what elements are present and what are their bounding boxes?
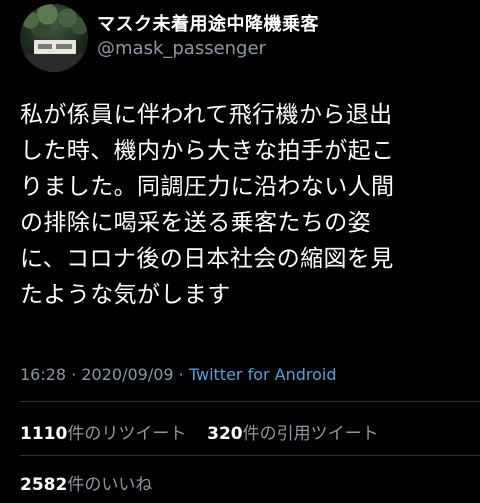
retweet-label: 件のリツイート bbox=[67, 424, 187, 444]
tweet-date[interactable]: 2020/09/09 bbox=[81, 365, 173, 384]
retweet-stats: 1110件のリツイート 320件の引用ツイート bbox=[20, 419, 379, 444]
tweet-text-line: の排除に喝采を送る乗客たちの姿 bbox=[20, 210, 371, 236]
tweet-text: 私が係員に伴われて飛行機から退出 した時、機内から大きな拍手が起こ りました。同… bbox=[20, 97, 470, 313]
retweets-link[interactable]: 1110件のリツイート bbox=[20, 424, 186, 444]
like-count: 2582 bbox=[20, 475, 68, 495]
user-handle[interactable]: @mask_passenger bbox=[97, 38, 266, 59]
quote-count: 320 bbox=[207, 424, 243, 444]
tweet-detail: マスク未着用途中降機乗客 @mask_passenger 私が係員に伴われて飛行… bbox=[0, 0, 480, 503]
meta-separator: · bbox=[66, 365, 82, 384]
tweet-text-line: に、コロナ後の日本社会の縮図を見 bbox=[20, 246, 394, 272]
meta-separator: · bbox=[173, 365, 189, 384]
tweet-header: マスク未着用途中降機乗客 @mask_passenger bbox=[20, 4, 460, 72]
quote-label: 件の引用ツイート bbox=[242, 424, 379, 444]
like-stats: 2582件のいいね bbox=[20, 470, 152, 495]
like-label: 件のいいね bbox=[67, 475, 153, 495]
tweet-time[interactable]: 16:28 bbox=[20, 365, 66, 384]
tweet-text-line: した時、機内から大きな拍手が起こ bbox=[20, 138, 395, 164]
profile-photo-plaque-icon bbox=[34, 40, 76, 54]
avatar-foliage bbox=[20, 4, 88, 44]
retweet-count: 1110 bbox=[20, 424, 68, 444]
tweet-source-link[interactable]: Twitter for Android bbox=[189, 365, 337, 384]
avatar[interactable] bbox=[20, 4, 88, 72]
tweet-meta: 16:28 · 2020/09/09 · Twitter for Android bbox=[20, 365, 337, 384]
avatar-ground bbox=[20, 54, 88, 72]
tweet-text-line: たような気がします bbox=[20, 282, 231, 308]
tweet-text-line: 私が係員に伴われて飛行機から退出 bbox=[20, 102, 393, 128]
likes-link[interactable]: 2582件のいいね bbox=[20, 475, 152, 495]
quotes-link[interactable]: 320件の引用ツイート bbox=[207, 424, 379, 444]
display-name[interactable]: マスク未着用途中降機乗客 bbox=[97, 10, 319, 36]
tweet-text-line: りました。同調圧力に沿わない人間 bbox=[20, 174, 395, 200]
divider bbox=[20, 401, 480, 402]
divider bbox=[20, 455, 480, 456]
